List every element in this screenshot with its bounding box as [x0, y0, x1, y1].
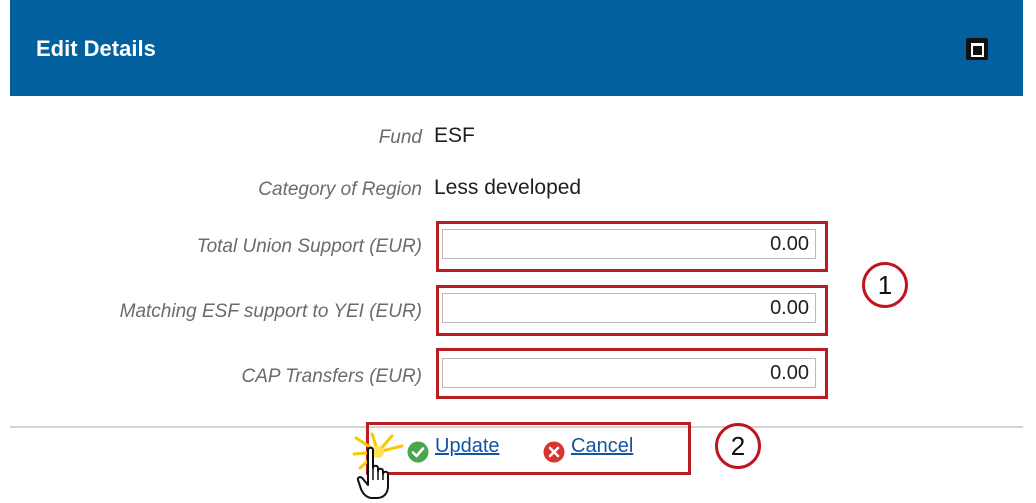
category-label: Category of Region [258, 179, 422, 200]
dialog-header: Edit Details [10, 0, 1023, 96]
hand-cursor-icon [356, 446, 389, 499]
highlight-box [436, 285, 828, 336]
fund-label: Fund [378, 127, 422, 148]
maximize-icon[interactable] [966, 38, 988, 60]
matching-esf-label: Matching ESF support to YEI (EUR) [119, 301, 422, 322]
highlight-box [366, 422, 691, 475]
callout-2: 2 [715, 423, 761, 469]
highlight-box [436, 348, 828, 399]
cap-transfers-label: CAP Transfers (EUR) [241, 366, 422, 387]
category-value: Less developed [434, 176, 582, 199]
dialog-title: Edit Details [36, 36, 156, 61]
fund-value: ESF [434, 124, 475, 147]
callout-1: 1 [862, 262, 908, 308]
total-union-support-label: Total Union Support (EUR) [196, 236, 422, 257]
highlight-box [436, 221, 828, 272]
